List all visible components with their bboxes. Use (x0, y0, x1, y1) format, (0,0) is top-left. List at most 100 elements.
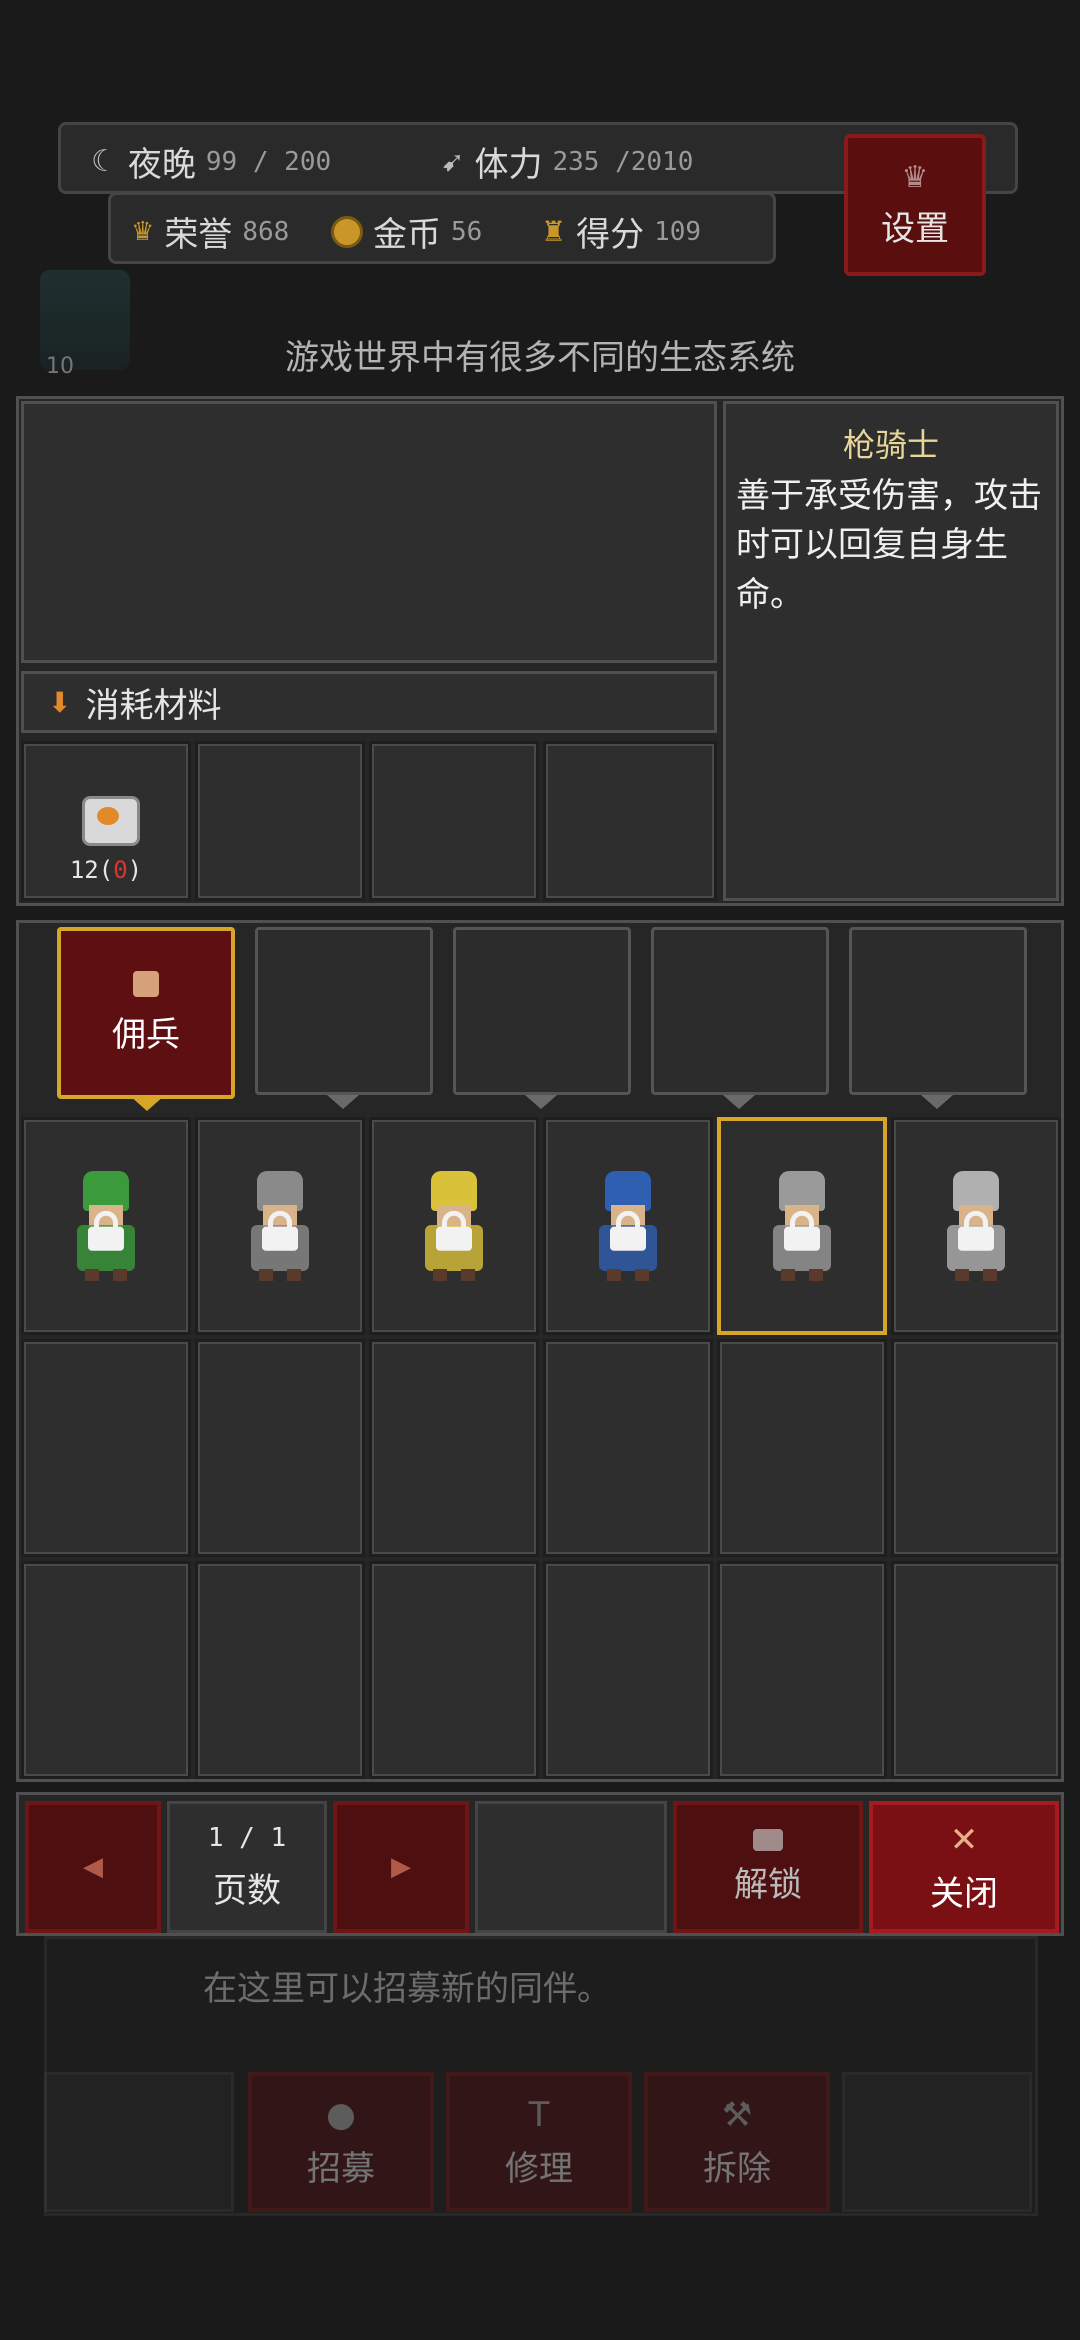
person-icon: ● (326, 2094, 356, 2135)
trophy-icon: ♜ (541, 215, 567, 248)
background-actions: ● 招募 T 修理 ⚒ 拆除 (44, 2066, 1038, 2216)
tab-mercenary-label: 佣兵 (112, 1014, 180, 1055)
tab-pointer-icon (723, 1095, 755, 1109)
unit-description: 善于承受伤害，攻击时可以回复自身生命。 (736, 476, 1042, 615)
dismantle-label: 拆除 (703, 2148, 771, 2189)
wing-icon: ➹ (441, 145, 465, 178)
preview-area (21, 401, 717, 663)
close-icon: ✕ (949, 1819, 979, 1860)
unit-slot[interactable] (195, 1339, 365, 1557)
arrow-down-icon: ⬇ (48, 685, 72, 719)
unit-slot[interactable] (543, 1561, 713, 1779)
lock-icon (608, 1210, 648, 1251)
honor-label: 荣誉 (164, 215, 233, 255)
tab-empty[interactable] (651, 927, 829, 1095)
settings-button[interactable]: ♛ 设置 (844, 134, 986, 276)
stamina-label: 体力 (474, 145, 543, 185)
unit-slot[interactable] (543, 1117, 713, 1335)
shirt-icon (133, 970, 159, 997)
lock-icon (260, 1210, 300, 1251)
arrow-left-icon: ◀ (83, 1852, 103, 1882)
recruit-hint: 在这里可以招募新的同伴。 (203, 1969, 611, 2009)
tab-pointer-icon (129, 1095, 165, 1111)
stamina-value: 235 /2010 (552, 146, 694, 177)
material-count: 12(0) (69, 856, 143, 884)
arrow-right-icon: ▶ (391, 1852, 411, 1882)
empty-slot (475, 1801, 667, 1933)
unit-slot[interactable] (717, 1561, 887, 1779)
jar-icon (82, 796, 140, 846)
unit-slot[interactable] (195, 1561, 365, 1779)
materials-label: 消耗材料 (85, 685, 222, 726)
material-slot[interactable] (195, 741, 365, 901)
unit-slot[interactable] (369, 1117, 539, 1335)
unit-slot[interactable] (717, 1339, 887, 1557)
unit-slot[interactable] (21, 1117, 191, 1335)
resource-bar: ♛ 荣誉 868 金币 56 ♜ 得分 109 (108, 192, 776, 264)
honor-value: 868 (242, 216, 290, 247)
page-indicator: 1 / 1 页数 (167, 1801, 327, 1933)
unit-slot[interactable] (195, 1117, 365, 1335)
moon-icon: ☾ (91, 144, 118, 179)
page-label: 页数 (213, 1870, 281, 1911)
unit-title: 枪骑士 (842, 426, 939, 464)
material-slot[interactable] (543, 741, 717, 901)
gear-icon: ♛ (901, 160, 929, 195)
score-label: 得分 (576, 215, 645, 255)
crown-icon: ♛ (131, 216, 155, 247)
pager-bar: ◀ 1 / 1 页数 ▶ 解锁 ✕ 关闭 (16, 1792, 1064, 1936)
lock-icon (434, 1210, 474, 1251)
materials-header: ⬇ 消耗材料 (21, 671, 717, 733)
honor-stat: ♛ 荣誉 868 (131, 207, 289, 256)
unit-slot[interactable] (891, 1561, 1061, 1779)
crafting-panel: ⬇ 消耗材料 12(0) 枪骑士 善于承受伤害，攻击时可以回复自身生命。 (16, 396, 1064, 906)
coin-icon (331, 215, 363, 248)
next-page-button[interactable]: ▶ (333, 1801, 469, 1933)
top-hint: 游戏世界中有很多不同的生态系统 (285, 338, 795, 378)
night-label: 夜晚 (127, 145, 196, 185)
night-value: 99 / 200 (205, 146, 332, 177)
close-label: 关闭 (930, 1873, 998, 1914)
unit-slot[interactable] (891, 1339, 1061, 1557)
unlock-button[interactable]: 解锁 (673, 1801, 863, 1933)
tab-mercenary[interactable]: 佣兵 (57, 927, 235, 1099)
tab-empty[interactable] (849, 927, 1027, 1095)
unit-slot[interactable] (21, 1561, 191, 1779)
material-slot[interactable]: 12(0) (21, 741, 191, 901)
lock-icon (956, 1210, 996, 1251)
recruit-label: 招募 (307, 2148, 375, 2189)
unit-slot[interactable] (369, 1339, 539, 1557)
lock-icon (782, 1210, 822, 1251)
gold-stat: 金币 56 (331, 207, 482, 256)
recruit-button: ● 招募 (248, 2072, 434, 2212)
tab-pointer-icon (525, 1095, 557, 1109)
tab-empty[interactable] (453, 927, 631, 1095)
unit-slot[interactable] (543, 1339, 713, 1557)
page-number: 1 / 1 (207, 1822, 287, 1853)
hammer-icon: T (528, 2094, 550, 2135)
unit-slot[interactable] (891, 1117, 1061, 1335)
prev-page-button[interactable]: ◀ (25, 1801, 161, 1933)
unit-panel: 佣兵 (16, 920, 1064, 1782)
material-slot[interactable] (369, 741, 539, 901)
unlock-label: 解锁 (734, 1864, 802, 1905)
tab-pointer-icon (921, 1095, 953, 1109)
gold-label: 金币 (373, 215, 441, 255)
lock-icon (86, 1210, 126, 1251)
unit-slot[interactable] (717, 1117, 887, 1335)
night-stat: ☾ 夜晚 99 / 200 (91, 137, 331, 186)
repair-button: T 修理 (446, 2072, 632, 2212)
close-button[interactable]: ✕ 关闭 (869, 1801, 1059, 1933)
settings-label: 设置 (881, 209, 949, 249)
unit-slot[interactable] (369, 1561, 539, 1779)
pickaxe-icon: ⚒ (721, 2094, 753, 2135)
unit-slot[interactable] (21, 1339, 191, 1557)
tab-empty[interactable] (255, 927, 433, 1095)
score-value: 109 (654, 216, 702, 247)
repair-label: 修理 (505, 2148, 573, 2189)
description-panel: 枪骑士 善于承受伤害，攻击时可以回复自身生命。 (723, 401, 1059, 901)
unit-grid (21, 1117, 1061, 1779)
gold-value: 56 (451, 216, 483, 247)
dismantle-button: ⚒ 拆除 (644, 2072, 830, 2212)
tab-pointer-icon (327, 1095, 359, 1109)
